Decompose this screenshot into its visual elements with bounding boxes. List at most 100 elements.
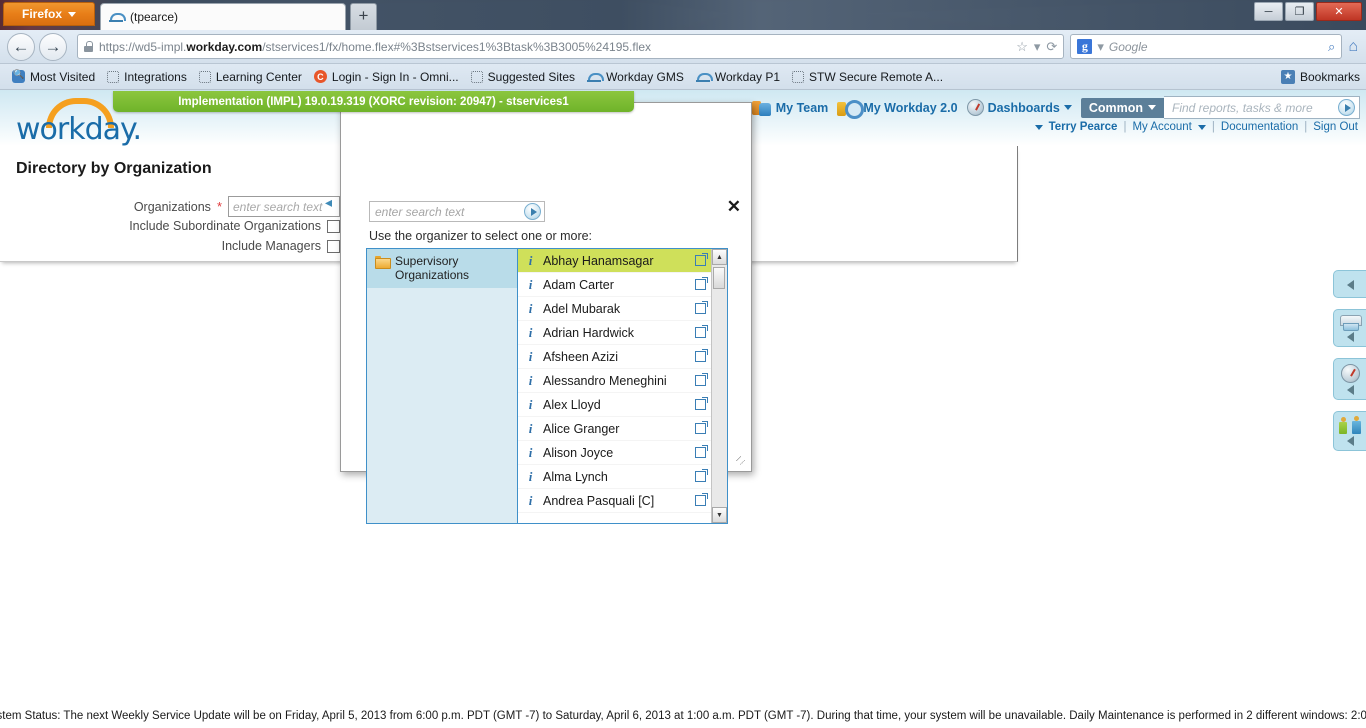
- bookmark-workday-gms[interactable]: Workday GMS: [581, 70, 690, 84]
- list-item[interactable]: i Alice Granger: [518, 417, 711, 441]
- open-in-new-window-icon[interactable]: [695, 469, 708, 482]
- bookmark-stw-secure-remote[interactable]: STW Secure Remote A...: [786, 70, 949, 84]
- restore-button[interactable]: ❐: [1285, 2, 1314, 21]
- bookmark-star-icon[interactable]: ☆: [1016, 39, 1028, 55]
- info-icon[interactable]: i: [527, 277, 534, 293]
- list-item[interactable]: i Afsheen Azizi: [518, 345, 711, 369]
- open-in-new-window-icon[interactable]: [695, 445, 708, 458]
- bookmark-integrations[interactable]: Integrations: [101, 70, 193, 84]
- info-icon[interactable]: i: [527, 397, 534, 413]
- info-icon[interactable]: i: [527, 325, 534, 341]
- user-name[interactable]: Terry Pearce: [1049, 121, 1118, 133]
- info-icon[interactable]: i: [527, 421, 534, 437]
- browser-search-input[interactable]: Google: [1109, 40, 1323, 54]
- list-item[interactable]: i Adam Carter: [518, 273, 711, 297]
- global-search-input[interactable]: Find reports, tasks & more: [1164, 96, 1360, 119]
- list-item[interactable]: i Alma Lynch: [518, 465, 711, 489]
- scrollbar-track[interactable]: [712, 265, 727, 507]
- chevron-down-icon[interactable]: ▾: [1097, 39, 1104, 55]
- nav-my-team[interactable]: My Team: [751, 99, 829, 116]
- bookmarks-menu-button[interactable]: ★ Bookmarks: [1280, 69, 1366, 84]
- my-account-link[interactable]: My Account: [1132, 121, 1191, 133]
- dialog-close-button[interactable]: ✕: [727, 198, 741, 215]
- list-item[interactable]: i Alessandro Meneghini: [518, 369, 711, 393]
- open-in-new-window-icon[interactable]: [695, 277, 708, 290]
- scroll-down-button[interactable]: ▼: [712, 507, 727, 523]
- nav-dashboards[interactable]: Dashboards: [966, 99, 1072, 116]
- chevron-down-icon[interactable]: [1197, 124, 1206, 130]
- open-in-new-window-icon[interactable]: [695, 421, 708, 434]
- list-item[interactable]: i Adel Mubarak: [518, 297, 711, 321]
- include-managers-checkbox[interactable]: [327, 239, 340, 253]
- info-icon[interactable]: i: [527, 253, 534, 269]
- open-in-new-window-icon[interactable]: [695, 397, 708, 410]
- open-in-new-window-icon[interactable]: [695, 373, 708, 386]
- info-icon[interactable]: i: [527, 445, 534, 461]
- info-icon[interactable]: i: [527, 349, 534, 365]
- open-in-new-window-icon[interactable]: [695, 493, 708, 506]
- firefox-menu-button[interactable]: Firefox: [3, 2, 95, 26]
- sign-out-link[interactable]: Sign Out: [1313, 121, 1358, 133]
- bookmark-login-omni[interactable]: C Login - Sign In - Omni...: [308, 70, 465, 84]
- nav-my-workday[interactable]: My Workday 2.0: [837, 99, 958, 119]
- list-item-label: Afsheen Azizi: [543, 349, 619, 364]
- reload-icon[interactable]: ⟳: [1046, 39, 1057, 55]
- search-submit-icon[interactable]: [1338, 99, 1355, 116]
- collapse-arrow-icon: [1346, 279, 1354, 290]
- include-subordinate-checkbox[interactable]: [327, 219, 340, 233]
- info-icon[interactable]: i: [527, 469, 534, 485]
- include-managers-row: Include Managers: [0, 239, 340, 253]
- search-icon[interactable]: ⌕: [1328, 39, 1335, 55]
- browser-tab[interactable]: (tpearce): [100, 3, 346, 30]
- dialog-search-input[interactable]: enter search text: [369, 201, 545, 222]
- list-item[interactable]: i Alison Joyce: [518, 441, 711, 465]
- list-item[interactable]: i Adrian Hardwick: [518, 321, 711, 345]
- dotted-page-icon: [198, 70, 211, 83]
- open-in-new-window-icon[interactable]: [695, 301, 708, 314]
- organizations-input[interactable]: enter search text: [228, 196, 340, 217]
- open-in-new-window-icon[interactable]: [695, 325, 708, 338]
- rail-tab-people[interactable]: [1333, 411, 1366, 451]
- search-scope-selector[interactable]: Common: [1080, 97, 1164, 118]
- list-item[interactable]: i Andrea Pasquali [C]: [518, 489, 711, 513]
- forward-button[interactable]: →: [39, 32, 67, 61]
- bookmark-most-visited[interactable]: Most Visited: [6, 69, 101, 84]
- nav-label: My Team: [775, 100, 829, 115]
- list-item-label: Abhay Hanamsagar: [543, 253, 654, 268]
- scroll-up-button[interactable]: ▲: [712, 249, 727, 265]
- bookmark-workday-p1[interactable]: Workday P1: [690, 70, 786, 84]
- info-icon[interactable]: i: [527, 493, 534, 509]
- list-item-label: Alice Granger: [543, 421, 620, 436]
- workday-favicon-icon: [109, 12, 126, 22]
- organizer-list-pane[interactable]: i Abhay Hanamsagar i Adam Carter i Adel …: [518, 249, 711, 523]
- dialog-search-submit-icon[interactable]: [524, 203, 541, 220]
- open-in-new-window-icon[interactable]: [695, 349, 708, 362]
- open-in-new-window-icon[interactable]: [695, 253, 708, 266]
- close-window-button[interactable]: ✕: [1316, 2, 1362, 21]
- chevron-down-icon: [1148, 105, 1156, 110]
- new-tab-button[interactable]: +: [350, 3, 377, 30]
- minimize-button[interactable]: ─: [1254, 2, 1283, 21]
- list-item[interactable]: i Alex Lloyd: [518, 393, 711, 417]
- tree-item-supervisory-organizations[interactable]: Supervisory Organizations: [367, 249, 517, 288]
- rail-tab-collapse[interactable]: [1333, 270, 1366, 298]
- home-button[interactable]: ⌂: [1348, 38, 1358, 56]
- back-button[interactable]: ←: [7, 32, 35, 61]
- separator: |: [1211, 121, 1215, 133]
- list-item[interactable]: i Abhay Hanamsagar: [518, 249, 711, 273]
- list-vertical-scrollbar[interactable]: ▲ ▼: [711, 249, 727, 523]
- browser-navigation-toolbar: ← → https://wd5-impl.workday.com/stservi…: [0, 30, 1366, 64]
- documentation-link[interactable]: Documentation: [1221, 121, 1298, 133]
- dialog-resize-handle[interactable]: [736, 456, 748, 468]
- browser-search-bar[interactable]: g ▾ Google ⌕: [1070, 34, 1343, 59]
- bookmark-suggested-sites[interactable]: Suggested Sites: [465, 70, 581, 84]
- info-icon[interactable]: i: [527, 301, 534, 317]
- bookmark-learning-center[interactable]: Learning Center: [193, 70, 308, 84]
- scrollbar-thumb[interactable]: [713, 267, 725, 289]
- url-bar[interactable]: https://wd5-impl.workday.com/stservices1…: [77, 34, 1065, 59]
- chevron-down-icon[interactable]: [1034, 124, 1043, 130]
- info-icon[interactable]: i: [527, 373, 534, 389]
- rail-tab-dashboard[interactable]: [1333, 358, 1366, 400]
- chevron-down-icon[interactable]: ▾: [1034, 39, 1041, 55]
- rail-tab-inbox[interactable]: [1333, 309, 1366, 347]
